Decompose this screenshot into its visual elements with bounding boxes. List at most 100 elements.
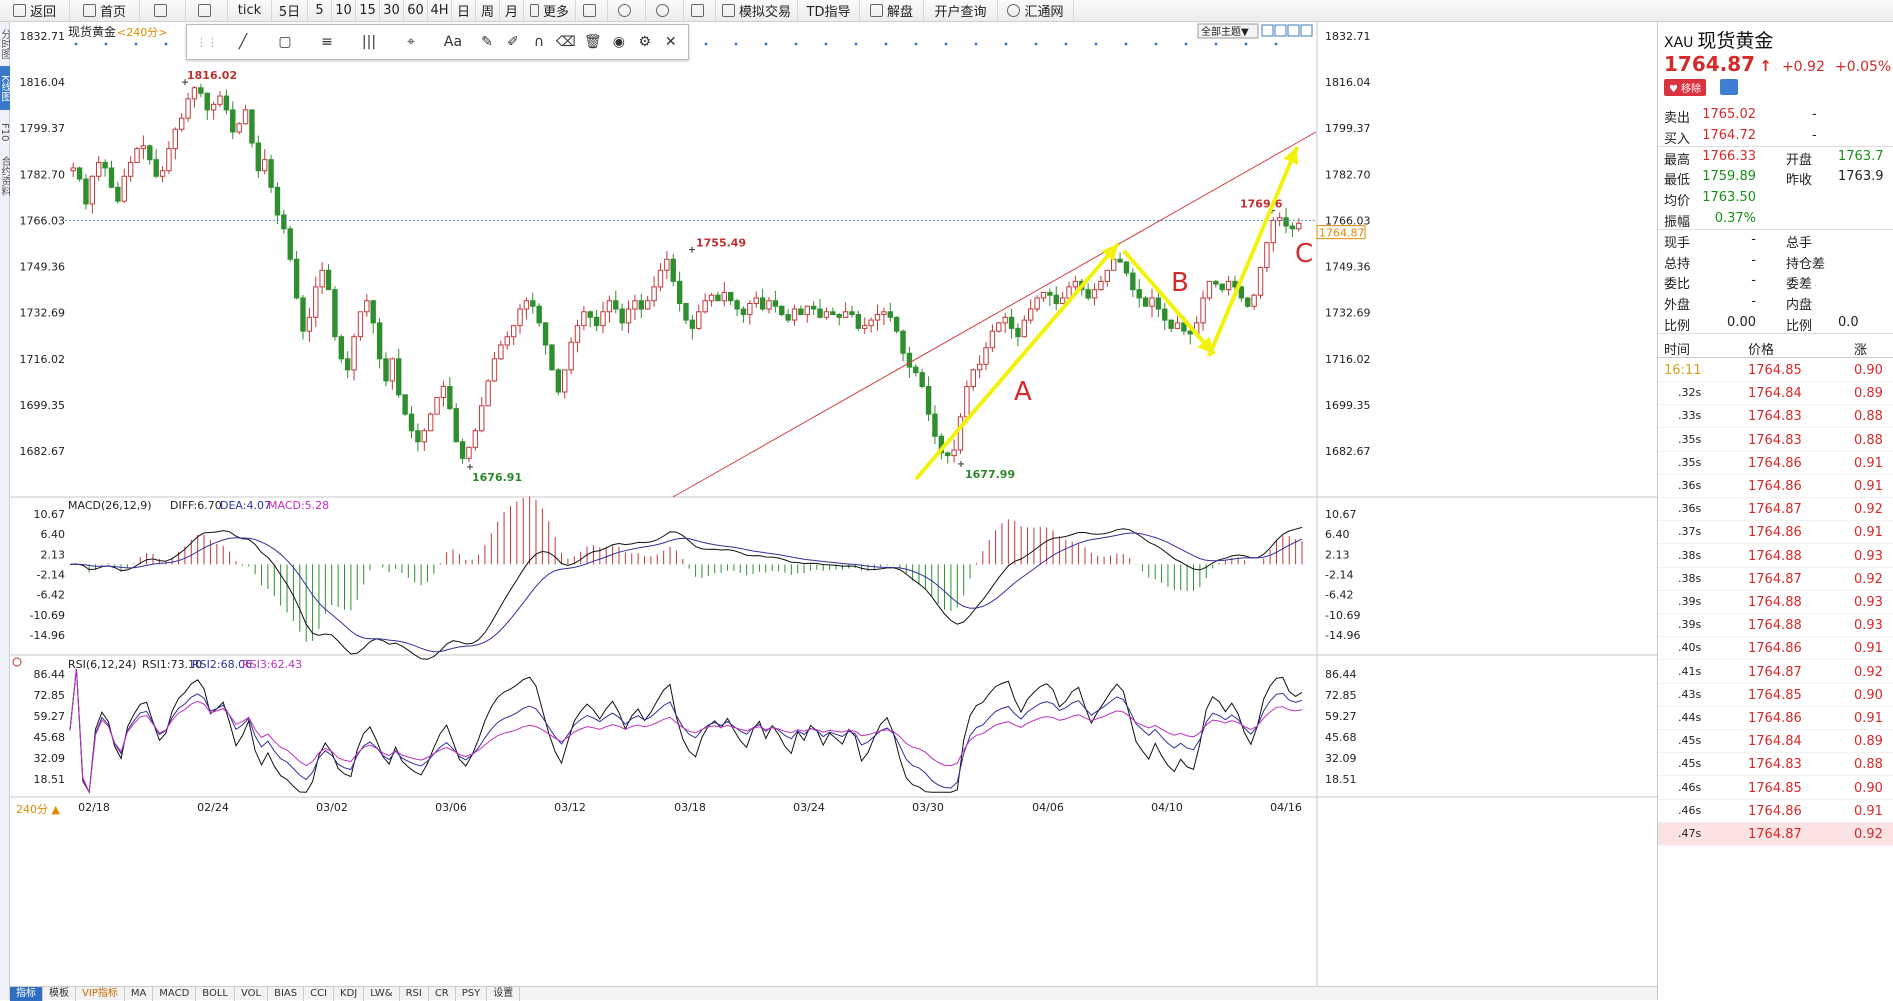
theme-selector[interactable]: 全部主题▼ bbox=[1197, 23, 1259, 39]
candle-body bbox=[549, 344, 555, 371]
event-marker bbox=[1244, 42, 1248, 46]
indicator-tab-设置[interactable]: 设置 bbox=[487, 986, 521, 1001]
drag-handle-icon[interactable]: ⋮⋮ bbox=[193, 29, 221, 55]
toolbar-item-9[interactable]: 30 bbox=[380, 0, 404, 22]
tick-row: .47s 1764.87 0.92 bbox=[1658, 823, 1893, 846]
indicator-tab-VOL[interactable]: VOL bbox=[235, 986, 269, 1001]
toolbar-item-22[interactable]: 解盘 bbox=[860, 0, 924, 22]
quote-value: 1759.89 bbox=[1702, 169, 1756, 185]
layout-icon[interactable] bbox=[1287, 24, 1300, 37]
quote-label: 委比 bbox=[1664, 277, 1691, 293]
toolbar-item-8[interactable]: 15 bbox=[356, 0, 380, 22]
candle-body bbox=[70, 167, 76, 172]
settings-icon[interactable]: ⚙ bbox=[633, 29, 657, 55]
indicator-tab-BOLL[interactable]: BOLL bbox=[196, 986, 235, 1001]
indicator-tab-PSY[interactable]: PSY bbox=[456, 986, 488, 1001]
indicator-tab-VIP指标[interactable]: VIP指标 bbox=[76, 986, 125, 1001]
rsi-tick-left: 72.85 bbox=[34, 689, 66, 702]
candle-body bbox=[96, 161, 102, 177]
left-nav-tab-1[interactable]: K线图 bbox=[0, 66, 10, 110]
toolbar-item-label: 汇通网 bbox=[1024, 5, 1064, 20]
toolbar-item-11[interactable]: 4H bbox=[428, 0, 452, 22]
indicator-tab-MACD[interactable]: MACD bbox=[153, 986, 197, 1001]
candle-body bbox=[357, 311, 364, 338]
price-tick-left: 1799.37 bbox=[20, 122, 66, 135]
candle-body bbox=[874, 314, 881, 321]
toolbar-item-5[interactable]: 5日 bbox=[272, 0, 308, 22]
tick-change: 0.92 bbox=[1854, 664, 1883, 680]
toolbar-item-14[interactable]: 月 bbox=[500, 0, 524, 22]
eraser-icon[interactable]: ⌫ bbox=[553, 29, 579, 55]
tick-change: 0.91 bbox=[1854, 711, 1883, 726]
pattern-tool-icon[interactable]: ⌖ bbox=[391, 29, 431, 55]
toolbar-item-12[interactable]: 日 bbox=[452, 0, 476, 22]
indicator-tab-BIAS[interactable]: BIAS bbox=[268, 986, 305, 1001]
layout-icon[interactable] bbox=[1261, 24, 1274, 37]
text-tool-icon[interactable]: Aa bbox=[433, 29, 473, 55]
toolbar-item-20[interactable]: 模拟交易 bbox=[716, 0, 798, 22]
close-icon[interactable]: ✕ bbox=[659, 29, 683, 55]
candle-body bbox=[625, 308, 632, 324]
toolbar-item-21[interactable]: TD指导 bbox=[798, 0, 860, 22]
quote-row: 委比 - 委差 bbox=[1658, 270, 1893, 292]
indicator-tab-CR[interactable]: CR bbox=[429, 986, 456, 1001]
pencil-tool-icon[interactable]: ✎ bbox=[475, 29, 499, 55]
indicator-tab-指标[interactable]: 指标 bbox=[10, 986, 43, 1001]
candle-body bbox=[638, 300, 645, 310]
left-nav-tab-0[interactable]: 分时图 bbox=[0, 22, 10, 66]
quote-label: 现手 bbox=[1664, 235, 1691, 251]
toolbar-item-6[interactable]: 5 bbox=[308, 0, 332, 22]
price-tick-right: 1832.71 bbox=[1325, 30, 1371, 43]
candle-body bbox=[421, 430, 427, 443]
kline-chart[interactable]: 现货黄金 <240分> 全部主题▼ 1832.71 1832.71 1816.04 1816… bbox=[10, 22, 1657, 990]
toolbar-item-0[interactable]: 返回 bbox=[0, 0, 70, 22]
tick-time: .47s bbox=[1678, 827, 1702, 840]
toolbar-item-19[interactable] bbox=[684, 0, 716, 22]
indicator-tab-CCI[interactable]: CCI bbox=[304, 986, 335, 1001]
channel-tool-icon[interactable]: ||| bbox=[349, 29, 389, 55]
tick-price: 1764.85 bbox=[1748, 780, 1802, 796]
eye-icon[interactable]: ◉ bbox=[607, 29, 631, 55]
candle-body bbox=[791, 308, 798, 321]
toolbar-item-17[interactable] bbox=[608, 0, 646, 22]
left-nav-tab-2[interactable]: F10 bbox=[0, 110, 10, 154]
toolbar-item-15[interactable]: 更多 bbox=[524, 0, 576, 22]
candle-body bbox=[179, 117, 185, 130]
magnet-icon[interactable]: ∩ bbox=[527, 29, 551, 55]
toolbar-item-18[interactable] bbox=[646, 0, 684, 22]
layout-icon[interactable] bbox=[1300, 24, 1313, 37]
candle-body bbox=[976, 363, 983, 371]
toolbar-item-10[interactable]: 60 bbox=[404, 0, 428, 22]
toolbar-item-7[interactable]: 10 bbox=[332, 0, 356, 22]
tick-row: .36s 1764.87 0.92 bbox=[1658, 498, 1893, 522]
tick-row: .36s 1764.86 0.91 bbox=[1658, 475, 1893, 498]
indicator-tab-KDJ[interactable]: KDJ bbox=[334, 986, 365, 1001]
line-tool-icon[interactable]: ╱ bbox=[223, 29, 263, 55]
quote-label: 最低 bbox=[1664, 173, 1691, 189]
candle-body bbox=[472, 430, 479, 448]
toolbar-item-16[interactable] bbox=[576, 0, 608, 22]
x-tick-label: 03/02 bbox=[316, 801, 348, 814]
price-tick-right: 1799.37 bbox=[1325, 122, 1371, 135]
indicator-tab-模板[interactable]: 模板 bbox=[43, 986, 76, 1001]
toolbar-item-3[interactable] bbox=[186, 0, 228, 22]
fib-tool-icon[interactable]: ≡ bbox=[307, 29, 347, 55]
indicator-tab-RSI[interactable]: RSI bbox=[400, 986, 429, 1001]
indicator-tab-LW&[interactable]: LW& bbox=[364, 986, 400, 1001]
brush-tool-icon[interactable]: ✐ bbox=[501, 29, 525, 55]
layout-icon[interactable] bbox=[1274, 24, 1287, 37]
candle-body bbox=[479, 405, 485, 432]
left-nav-tab-3[interactable]: 合约资料 bbox=[0, 154, 10, 198]
indicator-tab-MA[interactable]: MA bbox=[125, 986, 154, 1001]
toolbar-item-13[interactable]: 周 bbox=[476, 0, 500, 22]
toolbar-item-24[interactable]: 汇通网 bbox=[998, 0, 1074, 22]
alert-bell-icon[interactable] bbox=[1720, 79, 1739, 95]
remove-favorite-button[interactable]: ♥ 移除 bbox=[1664, 79, 1707, 96]
trash-icon[interactable]: 🗑 bbox=[581, 29, 605, 55]
toolbar-item-2[interactable] bbox=[140, 0, 186, 22]
toolbar-item-4[interactable]: tick bbox=[228, 0, 272, 22]
rect-tool-icon[interactable]: ▢ bbox=[265, 29, 305, 55]
x-tick-label: 02/24 bbox=[197, 801, 229, 814]
toolbar-item-23[interactable]: 开户查询 bbox=[924, 0, 998, 22]
toolbar-item-1[interactable]: 首页 bbox=[70, 0, 140, 22]
